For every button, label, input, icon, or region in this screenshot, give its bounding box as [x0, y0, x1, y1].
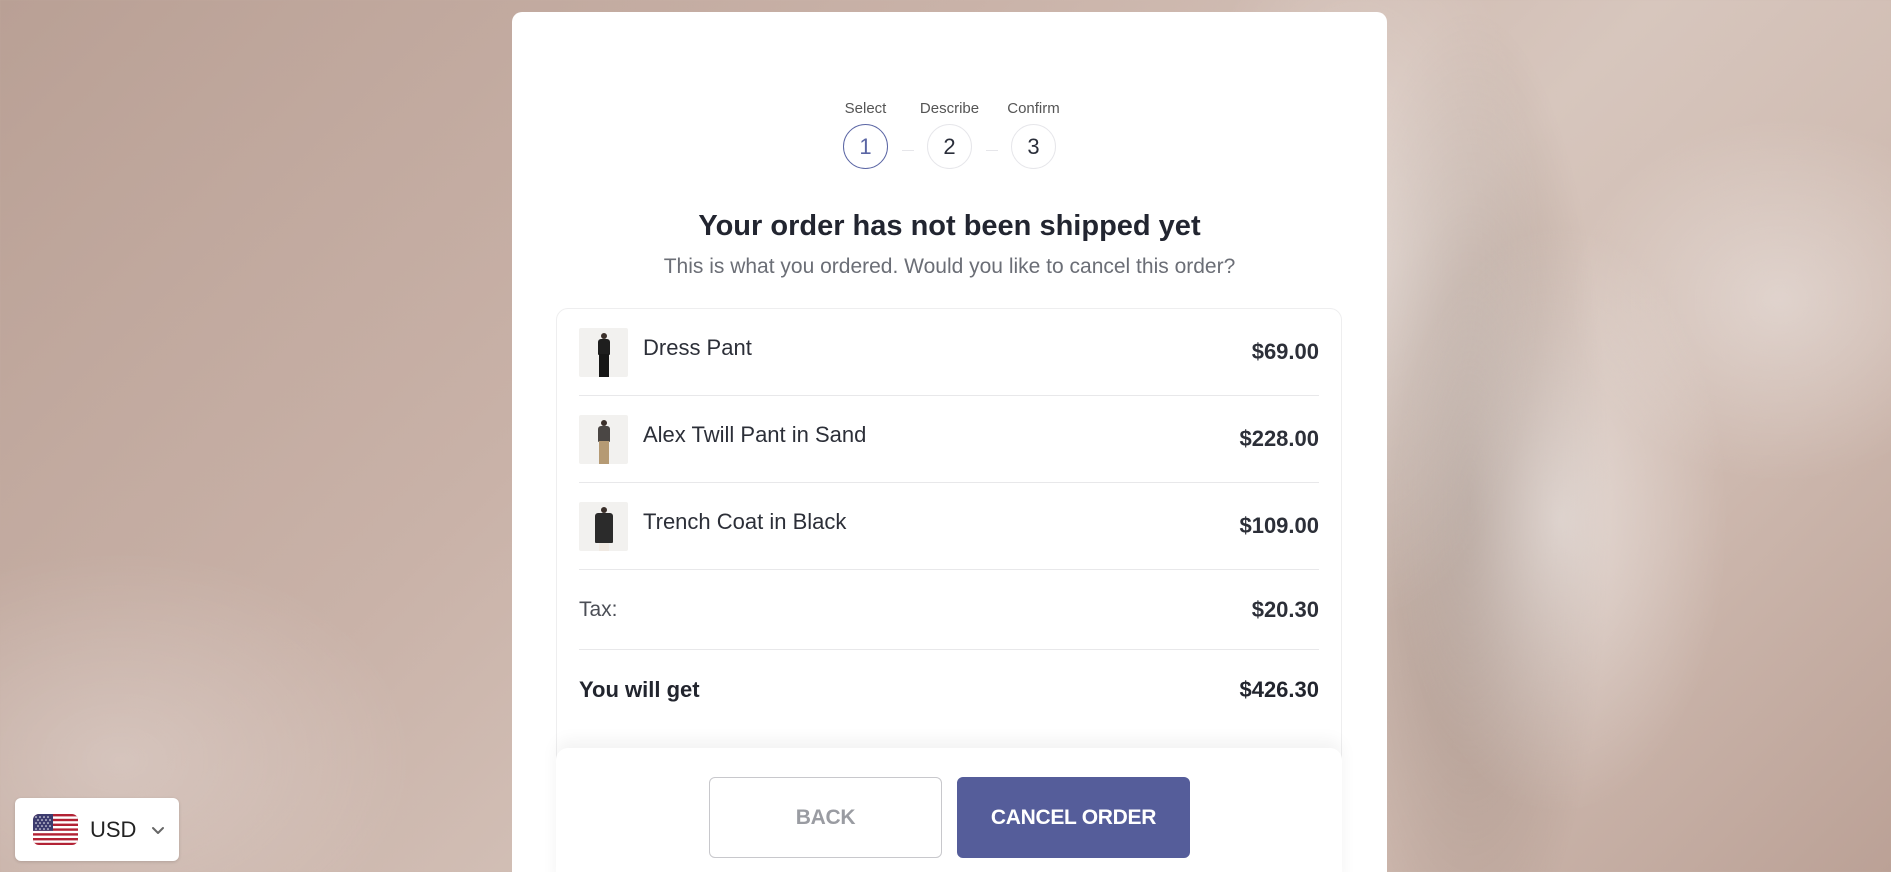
list-item: Alex Twill Pant in Sand $228.00	[579, 396, 1319, 483]
person-black-coat-icon	[579, 501, 628, 551]
list-item: Trench Coat in Black $109.00	[579, 483, 1319, 570]
step-number: 1	[843, 124, 888, 169]
step-confirm[interactable]: Confirm 3	[998, 98, 1070, 169]
person-sand-pant-icon	[579, 414, 628, 464]
item-price: $109.00	[1239, 513, 1319, 538]
person-black-outfit-icon	[579, 327, 628, 377]
cancel-order-card: Select 1 Describe 2 Confirm 3 Your order…	[512, 12, 1387, 872]
currency-code: USD	[90, 816, 137, 842]
us-flag-icon	[33, 814, 78, 845]
step-select[interactable]: Select 1	[830, 98, 902, 169]
step-connector	[901, 150, 914, 151]
currency-selector[interactable]: USD	[15, 798, 179, 861]
stepper: Select 1 Describe 2 Confirm 3	[512, 98, 1387, 169]
item-price: $69.00	[1251, 339, 1319, 364]
item-name: Dress Pant	[643, 335, 752, 360]
step-label: Confirm	[1007, 100, 1060, 117]
total-value: $426.30	[1239, 677, 1319, 702]
item-price: $228.00	[1239, 426, 1319, 451]
step-connector	[985, 150, 998, 151]
item-name: Alex Twill Pant in Sand	[643, 422, 867, 447]
step-number: 3	[1011, 124, 1056, 169]
step-label: Select	[844, 100, 887, 117]
item-name: Trench Coat in Black	[643, 509, 847, 534]
action-bar: BACK CANCEL ORDER	[556, 748, 1342, 872]
total-label: You will get	[579, 677, 700, 702]
tax-label: Tax:	[579, 597, 618, 621]
step-label: Describe	[919, 100, 980, 117]
step-describe[interactable]: Describe 2	[914, 98, 986, 169]
step-number: 2	[927, 124, 972, 169]
back-button[interactable]: BACK	[709, 777, 942, 858]
tax-value: $20.30	[1251, 596, 1319, 622]
list-item: Dress Pant $69.00	[579, 309, 1319, 396]
cancel-order-button[interactable]: CANCEL ORDER	[957, 777, 1190, 858]
total-row: You will get $426.30	[579, 650, 1319, 730]
tax-row: Tax: $20.30	[579, 570, 1319, 650]
page-subtitle: This is what you ordered. Would you like…	[663, 255, 1236, 278]
page-title: Your order has not been shipped yet	[698, 210, 1201, 242]
chevron-down-icon	[150, 822, 166, 838]
